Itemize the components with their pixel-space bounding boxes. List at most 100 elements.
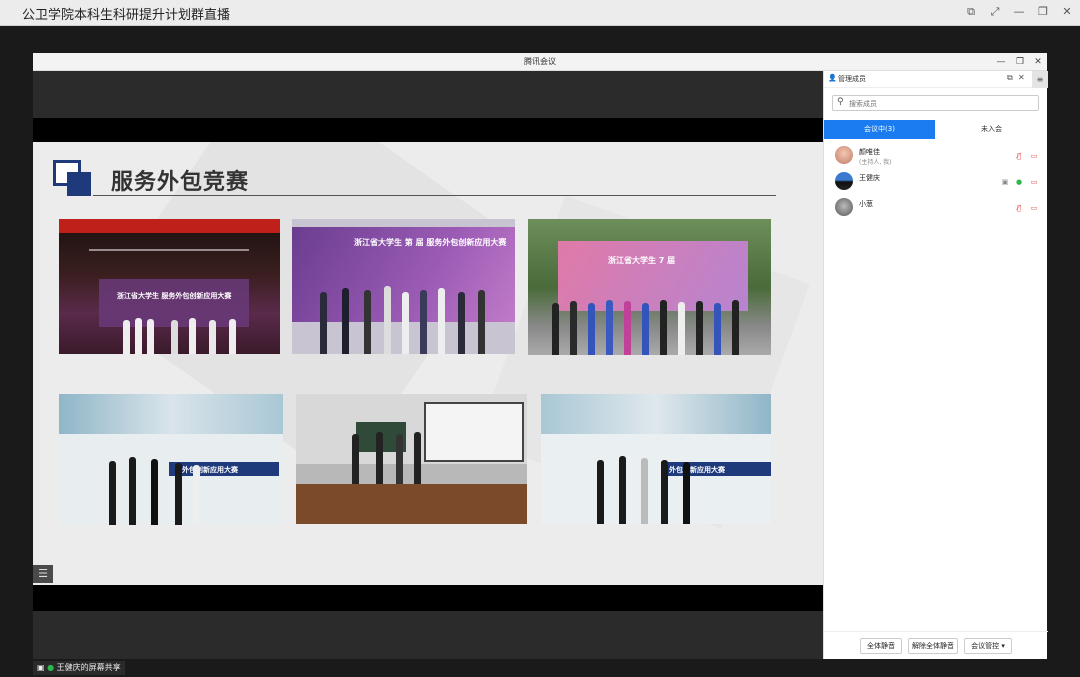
popout-icon[interactable]: ⧉ bbox=[1007, 73, 1013, 83]
member-search-input[interactable] bbox=[849, 98, 1029, 109]
member-row[interactable]: 颜唯佳 (主持人, 我) 🎙̸ ▭ bbox=[824, 143, 1048, 169]
photo-banner-text: 浙江省大学生 服务外包创新应用大赛 bbox=[117, 292, 232, 300]
person bbox=[570, 301, 577, 355]
avatar bbox=[835, 198, 853, 216]
search-icon: ⚲ bbox=[837, 97, 844, 107]
pin-icon[interactable]: ⧉ bbox=[964, 5, 978, 19]
photo-banner-text: 务外包创新应用大赛 bbox=[175, 466, 238, 474]
member-row[interactable]: 小葱 🎙̸ ▭ bbox=[824, 195, 1048, 221]
banner-decor bbox=[541, 394, 771, 434]
slide-title-logo bbox=[67, 172, 91, 196]
fullscreen-icon[interactable]: ⤢ bbox=[988, 5, 1002, 19]
member-tabs: 会议中(3) 未入会 bbox=[824, 120, 1048, 139]
slide-title: 服务外包竞赛 bbox=[111, 170, 250, 195]
person bbox=[135, 318, 142, 354]
tab-in-meeting[interactable]: 会议中(3) bbox=[824, 120, 935, 139]
person bbox=[414, 432, 421, 484]
meeting-restore-icon[interactable]: ❐ bbox=[1015, 56, 1025, 68]
bottom-strip bbox=[33, 611, 823, 659]
meeting-minimize-icon[interactable]: — bbox=[996, 56, 1006, 68]
photo-banner-text: 浙江省大学生 第 届 服务外包创新应用大赛 bbox=[354, 238, 507, 247]
person bbox=[420, 290, 427, 354]
mic-muted-icon[interactable]: 🎙̸ bbox=[1015, 152, 1023, 160]
person bbox=[402, 292, 409, 354]
competition-photo: 务外包创新应用大赛 bbox=[59, 394, 283, 525]
menu-list-icon[interactable]: ☰ bbox=[33, 565, 53, 583]
photo-banner-text: 外包创新应用大赛 bbox=[669, 466, 725, 474]
member-role: (主持人, 我) bbox=[859, 159, 892, 166]
member-row[interactable]: 王健庆 ▣ ● ▭ bbox=[824, 169, 1048, 195]
members-panel-title: 管理成员 bbox=[838, 75, 866, 83]
banner-decor bbox=[59, 394, 283, 434]
member-search-box[interactable]: ⚲ bbox=[832, 95, 1039, 111]
person bbox=[696, 301, 703, 355]
person bbox=[732, 300, 739, 355]
person bbox=[109, 461, 116, 525]
person bbox=[624, 301, 631, 355]
person bbox=[175, 463, 182, 525]
person bbox=[683, 462, 690, 524]
competition-photo bbox=[296, 394, 527, 524]
avatar bbox=[835, 146, 853, 164]
outer-window-title: 公卫学院本科生科研提升计划群直播 bbox=[22, 8, 231, 23]
meeting-window: 腾讯会议 — ❐ ✕ 服务外包竞赛 浙江省大学生 服务外包创新应用大赛 浙江省大… bbox=[33, 53, 1048, 675]
restore-icon[interactable]: ❐ bbox=[1036, 5, 1050, 19]
person bbox=[619, 456, 626, 524]
close-icon[interactable]: ✕ bbox=[1060, 5, 1074, 19]
meeting-close-icon[interactable]: ✕ bbox=[1033, 56, 1043, 68]
person bbox=[661, 460, 668, 524]
pink-banner bbox=[558, 241, 748, 311]
competition-photo: 浙江省大学生 服务外包创新应用大赛 bbox=[59, 219, 280, 354]
person bbox=[129, 457, 136, 525]
meeting-control-button[interactable]: 会议管控 ▾ bbox=[964, 638, 1012, 654]
person bbox=[552, 303, 559, 355]
person bbox=[458, 292, 465, 354]
mute-all-button[interactable]: 全体静音 bbox=[860, 638, 902, 654]
competition-photo: 浙江省大学生 7 届 bbox=[528, 219, 771, 355]
mic-on-icon[interactable]: ● bbox=[1015, 178, 1023, 186]
panel-close-icon[interactable]: ✕ bbox=[1018, 73, 1025, 82]
person bbox=[642, 303, 649, 355]
person bbox=[189, 318, 196, 354]
person bbox=[478, 290, 485, 354]
screen-share-label: ▣ ● 王健庆的屏幕共享 bbox=[33, 661, 125, 675]
person bbox=[352, 434, 359, 484]
member-name: 颜唯佳 bbox=[859, 148, 880, 156]
member-name: 王健庆 bbox=[859, 174, 880, 182]
person bbox=[588, 303, 595, 355]
top-strip bbox=[33, 71, 823, 118]
screen-share-area: 服务外包竞赛 浙江省大学生 服务外包创新应用大赛 浙江省大学生 第 届 服务外包… bbox=[33, 71, 823, 675]
desks bbox=[296, 484, 527, 524]
mic-muted-icon[interactable]: 🎙̸ bbox=[1015, 204, 1023, 212]
person bbox=[151, 459, 158, 525]
stage-banner bbox=[59, 219, 280, 233]
person bbox=[597, 460, 604, 524]
person bbox=[660, 300, 667, 355]
screen-share-text: 王健庆的屏幕共享 bbox=[56, 663, 121, 672]
shared-slide: 服务外包竞赛 浙江省大学生 服务外包创新应用大赛 浙江省大学生 第 届 服务外包… bbox=[33, 142, 823, 585]
members-panel-header: 👤 管理成员 ⧉ ✕ ≡ bbox=[824, 71, 1048, 88]
person bbox=[342, 288, 349, 354]
chevron-down-icon: ▾ bbox=[1001, 642, 1005, 650]
person bbox=[229, 319, 236, 354]
camera-off-icon[interactable]: ▭ bbox=[1029, 204, 1039, 212]
meeting-control-label: 会议管控 bbox=[971, 642, 1000, 650]
outer-titlebar: 公卫学院本科生科研提升计划群直播 ⧉ ⤢ — ❐ ✕ bbox=[0, 0, 1080, 26]
camera-off-icon[interactable]: ▭ bbox=[1029, 178, 1039, 186]
minimize-icon[interactable]: — bbox=[1012, 5, 1026, 19]
mic-icon: ● bbox=[47, 663, 55, 672]
screen-share-status-icon: ▣ bbox=[1001, 178, 1009, 186]
meeting-window-title: 腾讯会议 bbox=[524, 57, 556, 66]
panel-menu-icon[interactable]: ≡ bbox=[1032, 71, 1048, 88]
avatar bbox=[835, 172, 853, 190]
person bbox=[678, 302, 685, 355]
tab-not-joined[interactable]: 未入会 bbox=[936, 120, 1047, 139]
stage-lights bbox=[89, 249, 249, 251]
person bbox=[438, 288, 445, 354]
screen-share-icon: ▣ bbox=[37, 663, 45, 672]
person bbox=[364, 290, 371, 354]
person bbox=[606, 300, 613, 355]
camera-off-icon[interactable]: ▭ bbox=[1029, 152, 1039, 160]
person bbox=[384, 286, 391, 354]
unmute-all-button[interactable]: 解除全体静音 bbox=[908, 638, 958, 654]
